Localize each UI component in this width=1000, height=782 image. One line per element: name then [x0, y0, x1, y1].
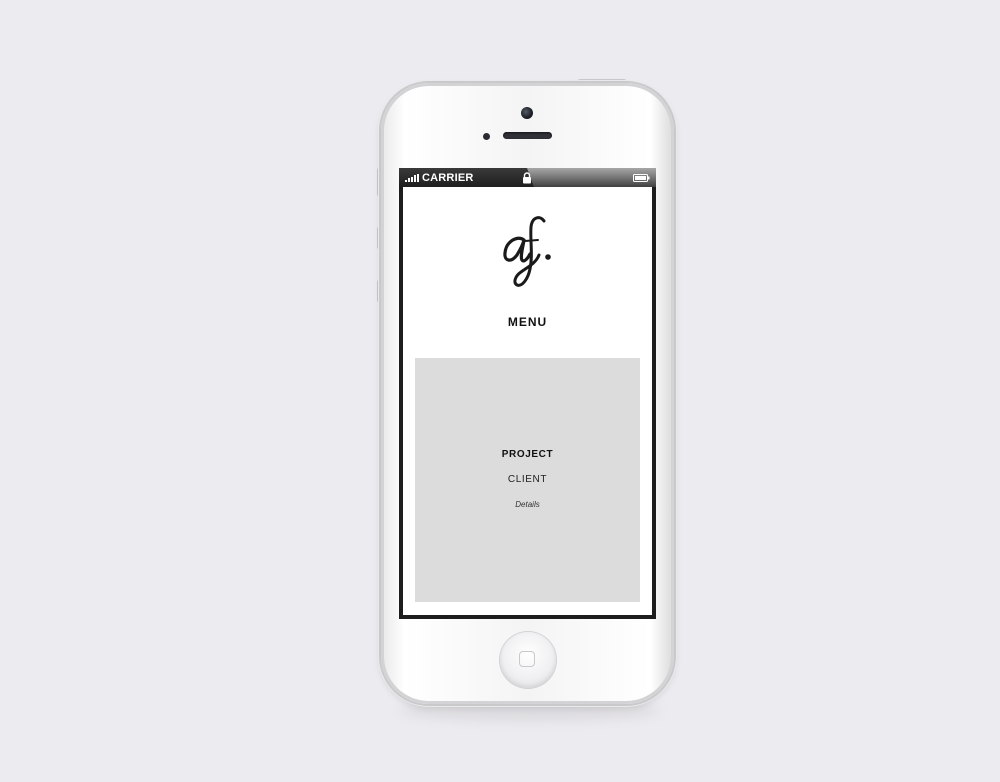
- front-camera: [521, 107, 533, 119]
- proximity-sensor: [483, 133, 490, 140]
- battery-icon: [633, 174, 650, 182]
- project-title: PROJECT: [501, 449, 554, 460]
- app-content: MENU PROJECT CLIENT Details: [403, 187, 652, 615]
- lock-icon: [523, 172, 531, 184]
- home-button: [500, 632, 556, 688]
- details-link[interactable]: Details: [415, 500, 640, 509]
- project-card[interactable]: PROJECT CLIENT Details: [415, 358, 640, 602]
- menu-button[interactable]: MENU: [403, 315, 652, 329]
- carrier-name: CARRIER: [422, 172, 474, 184]
- signal-bars-icon: [405, 174, 419, 182]
- earpiece-speaker: [503, 132, 552, 139]
- home-square-icon: [519, 651, 535, 667]
- phone-screen: CARRIER MENU PROJECT CLIENT Details: [399, 168, 656, 619]
- client-name: CLIENT: [507, 474, 548, 485]
- status-bar: CARRIER: [399, 168, 656, 187]
- af-logo: [503, 216, 551, 287]
- mockup-scene: CARRIER MENU PROJECT CLIENT Details: [0, 0, 1000, 782]
